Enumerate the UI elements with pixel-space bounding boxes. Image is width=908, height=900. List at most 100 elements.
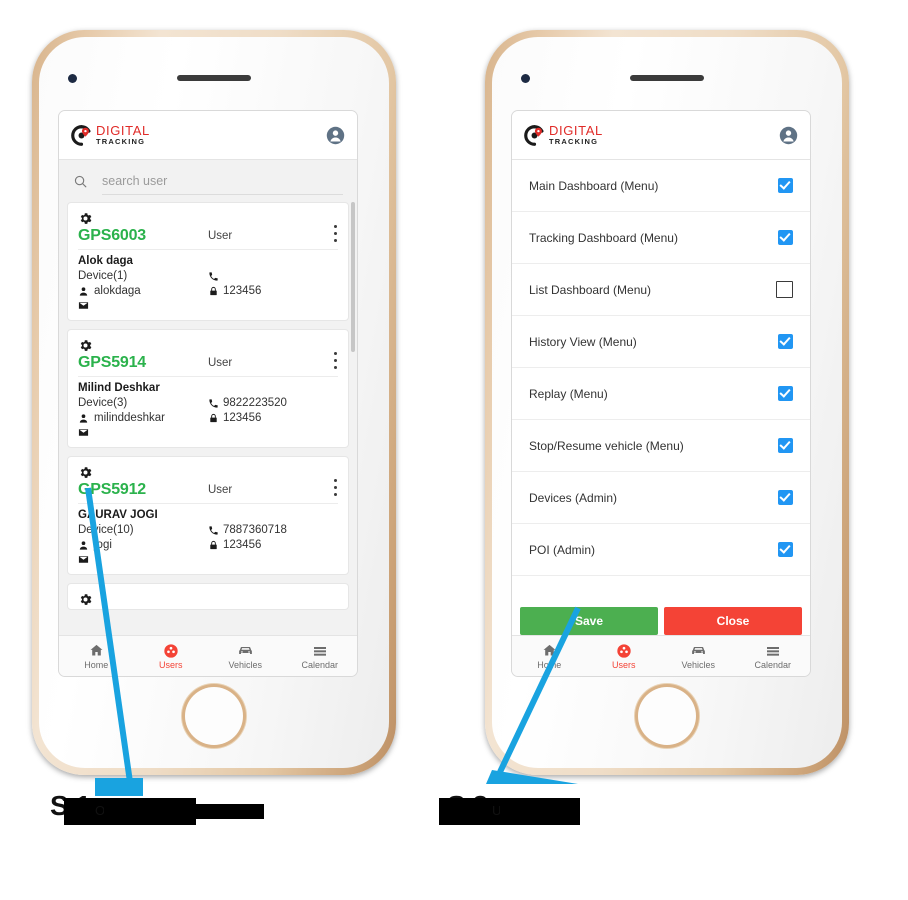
user-username: alokdaga: [78, 285, 208, 297]
permission-checkbox[interactable]: [778, 490, 793, 505]
permission-checkbox[interactable]: [776, 281, 793, 298]
users-icon: [616, 643, 632, 659]
more-options-icon[interactable]: [334, 479, 338, 496]
permission-checkbox[interactable]: [778, 438, 793, 453]
front-camera-icon: [68, 74, 77, 83]
user-password: 123456: [208, 285, 338, 297]
user-password-text: 123456: [223, 285, 262, 297]
more-options-icon[interactable]: [334, 352, 338, 369]
nav-label-home: Home: [84, 659, 109, 670]
caption-right-title: S 2: [439, 790, 580, 825]
search-icon: [73, 174, 88, 189]
permission-row[interactable]: Main Dashboard (Menu): [512, 160, 810, 212]
settings-gear-icon[interactable]: [78, 592, 93, 607]
permission-label: Devices (Admin): [529, 490, 618, 505]
permission-label: Replay (Menu): [529, 386, 608, 401]
close-button[interactable]: Close: [664, 607, 802, 635]
more-options-icon[interactable]: [334, 225, 338, 242]
front-camera-icon: [521, 74, 530, 83]
save-button[interactable]: Save: [520, 607, 658, 635]
permission-row[interactable]: POI (Admin): [512, 524, 810, 576]
phone-mockup-right: DIGITAL TRACKING Main Dashboard (Menu) T…: [485, 30, 849, 775]
permission-checkbox[interactable]: [778, 386, 793, 401]
user-card-id-row: GPS5912 User: [78, 481, 338, 499]
account-avatar-icon[interactable]: [779, 126, 798, 145]
search-input[interactable]: [102, 173, 343, 188]
nav-item-users[interactable]: Users: [587, 643, 662, 670]
home-button[interactable]: [638, 687, 696, 745]
user-card-id-row: GPS5914 User: [78, 354, 338, 372]
caption-right-subtitle: U s: [492, 803, 580, 819]
home-button[interactable]: [185, 687, 243, 745]
nav-label-calendar: Calendar: [754, 659, 792, 670]
nav-item-vehicles[interactable]: Vehicles: [661, 643, 736, 670]
user-username-text: alokdaga: [94, 285, 141, 297]
settings-gear-icon[interactable]: [78, 211, 93, 226]
permission-label: History View (Menu): [529, 334, 637, 349]
settings-gear-icon[interactable]: [78, 465, 93, 480]
phone-icon: [208, 525, 219, 536]
dialog-action-bar: Save Close: [512, 607, 810, 635]
nav-item-calendar[interactable]: Calendar: [283, 643, 358, 670]
nav-item-users[interactable]: Users: [134, 643, 209, 670]
nav-item-calendar[interactable]: Calendar: [736, 643, 811, 670]
user-email: [78, 427, 208, 438]
home-icon: [542, 643, 557, 659]
nav-label-users: Users: [611, 659, 636, 670]
user-card[interactable]: GPS6003 User Alok daga Device(1) alokdag…: [67, 202, 349, 321]
user-card-body: GAURAV JOGI Device(10) 7887360718 jogi 1…: [78, 504, 338, 565]
permission-row[interactable]: List Dashboard (Menu): [512, 264, 810, 316]
earpiece-speaker: [630, 75, 704, 81]
redaction-bar: [103, 804, 264, 819]
app-screen-users-list: DIGITAL TRACKING search user GPS6003 Use…: [58, 110, 358, 677]
home-icon: [89, 643, 104, 659]
car-icon: [237, 643, 254, 659]
permission-row[interactable]: Stop/Resume vehicle (Menu): [512, 420, 810, 472]
user-card[interactable]: GPS5912 User GAURAV JOGI Device(10) 7887…: [67, 456, 349, 575]
user-role: User: [207, 230, 233, 242]
settings-gear-icon[interactable]: [78, 338, 93, 353]
permission-row[interactable]: Devices (Admin): [512, 472, 810, 524]
user-phone: 9822223520: [208, 397, 338, 409]
permission-checkbox[interactable]: [778, 334, 793, 349]
permission-row[interactable]: Tracking Dashboard (Menu): [512, 212, 810, 264]
permission-checkbox[interactable]: [778, 178, 793, 193]
caption-left-title: S 1: [50, 790, 196, 825]
permission-checkbox[interactable]: [778, 230, 793, 245]
phone-icon: [208, 271, 219, 282]
app-screen-permissions: DIGITAL TRACKING Main Dashboard (Menu) T…: [511, 110, 811, 677]
person-icon: [78, 540, 89, 551]
nav-item-home[interactable]: Home: [59, 643, 134, 670]
lock-icon: [208, 286, 219, 297]
lock-icon: [208, 540, 219, 551]
calendar-icon: [765, 643, 781, 659]
email-icon: [78, 300, 89, 311]
account-avatar-icon[interactable]: [326, 126, 345, 145]
nav-item-home[interactable]: Home: [512, 643, 587, 670]
user-gps-id: GPS5914: [78, 354, 146, 371]
nav-item-vehicles[interactable]: Vehicles: [208, 643, 283, 670]
permission-row[interactable]: History View (Menu): [512, 316, 810, 368]
user-card-body: Milind Deshkar Device(3) 9822223520 mili…: [78, 377, 338, 438]
user-password: 123456: [208, 539, 338, 551]
car-icon: [690, 643, 707, 659]
user-card-partial[interactable]: [67, 583, 349, 610]
app-header: DIGITAL TRACKING: [59, 111, 357, 160]
caption-left: S 1 O n: [50, 790, 450, 825]
user-username: jogi: [78, 539, 208, 551]
search-field-wrapper: [102, 168, 343, 195]
logo-secondary-text: TRACKING: [549, 137, 599, 147]
user-card-id-row: GPS6003 User: [78, 227, 338, 245]
app-header: DIGITAL TRACKING: [512, 111, 810, 160]
user-full-name: Alok daga: [78, 255, 133, 267]
permission-row[interactable]: Replay (Menu): [512, 368, 810, 420]
permission-label: Tracking Dashboard (Menu): [529, 230, 678, 245]
user-card[interactable]: GPS5914 User Milind Deshkar Device(3) 98…: [67, 329, 349, 448]
user-gps-id: GPS6003: [78, 227, 146, 244]
scrollbar-thumb[interactable]: [351, 202, 355, 352]
search-bar[interactable]: [59, 160, 357, 202]
app-logo: DIGITAL TRACKING: [71, 124, 150, 146]
user-device-phone-row: Device(3) 9822223520: [78, 397, 338, 409]
permission-checkbox[interactable]: [778, 542, 793, 557]
user-card-header: GPS6003 User: [78, 211, 338, 250]
